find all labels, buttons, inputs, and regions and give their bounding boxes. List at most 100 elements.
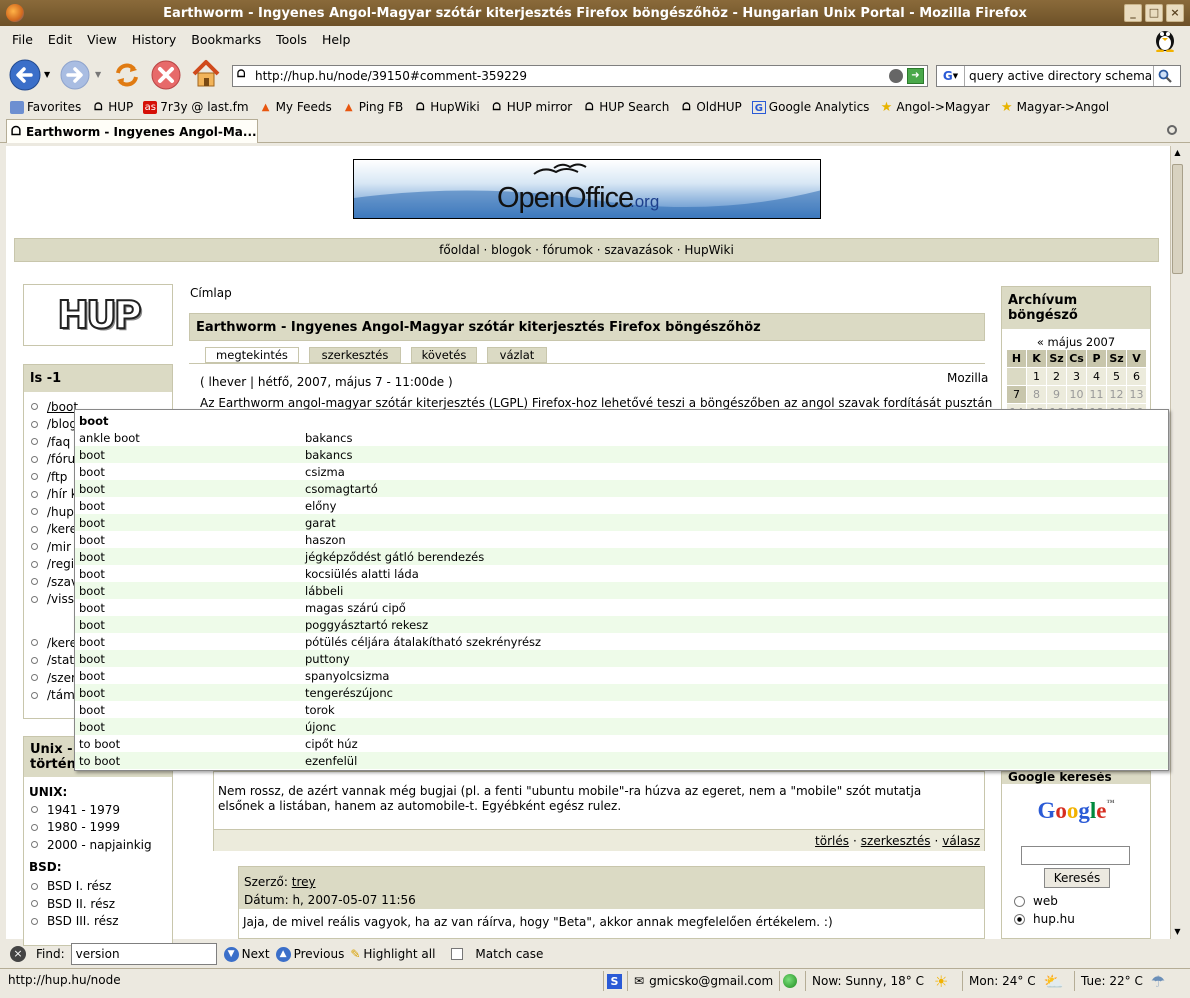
- tab-list-icon[interactable]: [1167, 125, 1177, 135]
- rss-feed-icon[interactable]: [889, 69, 903, 83]
- unix-item[interactable]: 2000 - napjainkig: [24, 836, 172, 854]
- google-search-input[interactable]: [1021, 846, 1130, 865]
- close-find-icon[interactable]: ×: [10, 946, 26, 962]
- calendar-day[interactable]: 5: [1106, 367, 1127, 386]
- comment-2-author-link[interactable]: trey: [292, 875, 316, 889]
- calendar-day[interactable]: 4: [1086, 367, 1107, 386]
- calendar-day[interactable]: 11: [1086, 385, 1107, 404]
- menu-bookmarks[interactable]: Bookmarks: [191, 32, 261, 47]
- popup-hungarian: pótülés céljára átalakítható szekrényrés…: [305, 634, 542, 649]
- back-dropdown-icon[interactable]: ▼: [44, 70, 50, 79]
- highlight-all-button[interactable]: ✎ Highlight all: [350, 947, 435, 961]
- tab-edit[interactable]: szerkesztés: [309, 347, 401, 363]
- back-icon[interactable]: [9, 59, 41, 91]
- tab-draft[interactable]: vázlat: [487, 347, 547, 363]
- status-s-icon-cell[interactable]: S: [603, 971, 625, 991]
- star-icon: ★: [1000, 99, 1013, 115]
- site-nav-links[interactable]: főoldal · blogok · fórumok · szavazások …: [439, 243, 734, 257]
- bookmark-hup-search[interactable]: ᗝ HUP Search: [582, 100, 669, 114]
- weather-now-cell[interactable]: Now: Sunny, 18° C ☀: [805, 971, 955, 991]
- bookmark-google-analytics[interactable]: G Google Analytics: [751, 100, 869, 114]
- close-window-button[interactable]: ×: [1166, 4, 1184, 22]
- search-engine-google-icon[interactable]: G ▼: [937, 66, 965, 86]
- url-text[interactable]: http://hup.hu/node/39150#comment-359229: [255, 69, 527, 83]
- bookmark-hupwiki[interactable]: ᗝ HupWiki: [413, 100, 480, 114]
- status-email-cell[interactable]: ✉ gmicsko@gmail.com: [627, 971, 777, 991]
- calendar-day[interactable]: 1: [1026, 367, 1047, 386]
- weather-mon-cell[interactable]: Mon: 24° C ⛅: [962, 971, 1072, 991]
- scroll-up-icon[interactable]: ▲: [1171, 146, 1184, 160]
- calendar-day[interactable]: 7: [1006, 385, 1027, 404]
- breadcrumb[interactable]: Címlap: [190, 286, 232, 300]
- vertical-scrollbar[interactable]: ▲ ▼: [1170, 146, 1184, 939]
- menu-file[interactable]: File: [12, 32, 33, 47]
- find-next-label: Next: [241, 947, 270, 961]
- search-input[interactable]: query active directory schema vi: [965, 69, 1153, 83]
- bookmark-magyar-angol[interactable]: ★ Magyar->Angol: [1000, 100, 1109, 114]
- radio-web-circle[interactable]: [1014, 895, 1025, 907]
- radio-web[interactable]: web: [1014, 894, 1058, 908]
- archive-month[interactable]: « május 2007: [1002, 329, 1150, 349]
- openoffice-banner[interactable]: OpenOffice .org: [353, 159, 821, 219]
- calendar-day[interactable]: 8: [1026, 385, 1047, 404]
- tab-follow[interactable]: követés: [411, 347, 477, 363]
- unix-item[interactable]: 1980 - 1999: [24, 819, 172, 837]
- bookmark-ping-fb[interactable]: ▲ Ping FB: [342, 100, 403, 114]
- bookmark-hup[interactable]: ᗝ HUP: [91, 100, 133, 114]
- tab-view[interactable]: megtekintés: [205, 347, 299, 363]
- weather-tue-cell[interactable]: Tue: 22° C ☂: [1074, 971, 1186, 991]
- bsd-item[interactable]: BSD III. rész: [24, 913, 172, 931]
- reload-icon[interactable]: [112, 60, 142, 90]
- article-category[interactable]: Mozilla: [947, 371, 988, 385]
- calendar-day[interactable]: 6: [1126, 367, 1147, 386]
- comment-edit-link[interactable]: szerkesztés: [861, 834, 931, 848]
- bsd-item[interactable]: BSD II. rész: [24, 895, 172, 913]
- scroll-thumb[interactable]: [1172, 164, 1183, 274]
- search-bar[interactable]: G ▼ query active directory schema vi: [936, 65, 1181, 87]
- match-case-checkbox[interactable]: [451, 948, 464, 960]
- bookmark-oldhup[interactable]: ᗝ OldHUP: [679, 100, 742, 114]
- find-previous-button[interactable]: ▲ Previous: [275, 946, 344, 962]
- scroll-down-icon[interactable]: ▼: [1171, 925, 1184, 939]
- unix-item[interactable]: 1941 - 1979: [24, 801, 172, 819]
- calendar-day[interactable]: 9: [1046, 385, 1067, 404]
- search-magnifier-icon[interactable]: [1153, 66, 1175, 86]
- calendar-day[interactable]: 13: [1126, 385, 1147, 404]
- calendar-day[interactable]: [1006, 367, 1027, 386]
- bookmark-favorites[interactable]: Favorites: [10, 100, 81, 114]
- comment-delete-link[interactable]: törlés: [815, 834, 849, 848]
- hup-logo-box[interactable]: HUP: [23, 284, 173, 346]
- bookmark-my-feeds[interactable]: ▲ My Feeds: [259, 100, 332, 114]
- minimize-button[interactable]: _: [1124, 4, 1142, 22]
- stop-icon[interactable]: [151, 60, 181, 90]
- site-nav[interactable]: főoldal · blogok · fórumok · szavazások …: [14, 238, 1159, 262]
- url-bar[interactable]: ᗝ http://hup.hu/node/39150#comment-35922…: [232, 65, 928, 87]
- bookmark-hup-mirror[interactable]: ᗝ HUP mirror: [490, 100, 573, 114]
- menu-tools[interactable]: Tools: [276, 32, 307, 47]
- google-search-button[interactable]: Keresés: [1044, 868, 1110, 888]
- home-icon[interactable]: [190, 58, 222, 90]
- bookmark-angol-magyar[interactable]: ★ Angol->Magyar: [879, 100, 990, 114]
- status-green-cell[interactable]: [779, 971, 803, 991]
- find-next-button[interactable]: ▼ Next: [223, 946, 270, 962]
- menu-edit[interactable]: Edit: [48, 32, 72, 47]
- tab-earthworm[interactable]: ᗝ Earthworm - Ingyenes Angol-Ma...: [6, 119, 258, 143]
- radio-hup[interactable]: hup.hu: [1014, 912, 1075, 926]
- maximize-button[interactable]: □: [1145, 4, 1163, 22]
- bullet-icon: [31, 656, 38, 664]
- menu-view[interactable]: View: [87, 32, 117, 47]
- menu-history[interactable]: History: [132, 32, 176, 47]
- calendar-day[interactable]: 12: [1106, 385, 1127, 404]
- go-button[interactable]: ➜: [907, 68, 924, 84]
- calendar-day[interactable]: 2: [1046, 367, 1067, 386]
- forward-icon[interactable]: [60, 60, 90, 90]
- forward-dropdown-icon[interactable]: ▼: [95, 70, 101, 79]
- calendar-day[interactable]: 3: [1066, 367, 1087, 386]
- menu-help[interactable]: Help: [322, 32, 351, 47]
- calendar-day[interactable]: 10: [1066, 385, 1087, 404]
- find-input[interactable]: version: [70, 943, 217, 965]
- radio-hup-circle[interactable]: [1014, 913, 1025, 925]
- bookmark-lastfm[interactable]: as 7r3y @ last.fm: [143, 100, 249, 114]
- bsd-item[interactable]: BSD I. rész: [24, 878, 172, 896]
- comment-reply-link[interactable]: válasz: [942, 834, 980, 848]
